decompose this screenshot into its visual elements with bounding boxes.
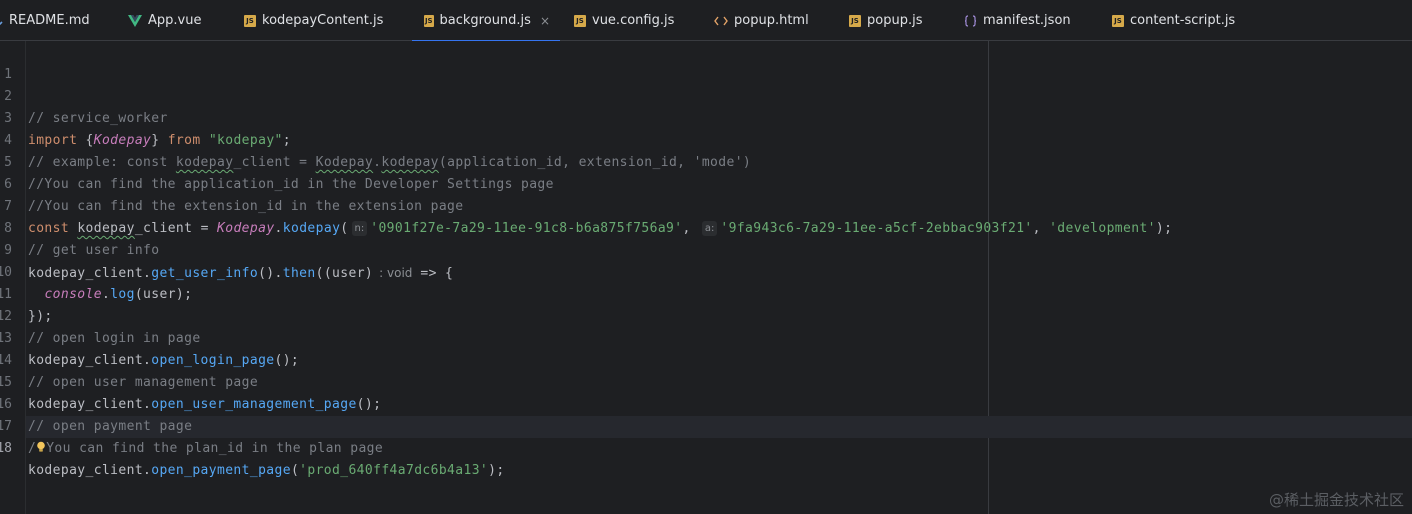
code-line[interactable]: 6 //You can find the extension_id in the… xyxy=(0,152,1412,214)
tab-background-js[interactable]: JS background.js × xyxy=(412,0,560,42)
code-line[interactable]: 1 xyxy=(0,42,1412,82)
js-file-icon: JS xyxy=(244,14,256,27)
tab-label: content-script.js xyxy=(1130,13,1236,28)
tab-label: background.js xyxy=(439,13,531,28)
tab-readme[interactable]: README.md xyxy=(0,0,90,41)
code-line[interactable]: 5 //You can find the application_id in t… xyxy=(0,130,1412,192)
code-line[interactable]: 12 // open login in page xyxy=(0,284,1412,346)
tab-label: manifest.json xyxy=(983,13,1071,28)
code-line[interactable]: 18 kodepay_client.open_payment_page('pro… xyxy=(0,416,1412,478)
html-icon xyxy=(714,16,728,26)
code-line[interactable]: 16 // open payment page xyxy=(0,372,1412,434)
tab-app-vue[interactable]: App.vue xyxy=(128,0,201,41)
code-line[interactable]: 9 kodepay_client.get_user_info().then((u… xyxy=(0,218,1412,281)
tab-popup-html[interactable]: popup.html xyxy=(714,0,809,41)
json-icon xyxy=(964,14,977,27)
code-line[interactable]: 11 }); xyxy=(0,262,1412,324)
code-editor[interactable]: 1 2 // service_worker 3 import {Kodepay}… xyxy=(0,41,1412,514)
code-line[interactable]: 7 const kodepay_client = Kodepay.kodepay… xyxy=(0,174,1412,236)
markdown-icon xyxy=(0,15,3,27)
tab-vue-config-js[interactable]: JS vue.config.js xyxy=(574,0,674,41)
vue-icon xyxy=(128,14,142,27)
editor-tab-bar: README.md App.vue JS kodepayContent.js J… xyxy=(0,0,1412,42)
js-file-icon: JS xyxy=(849,14,861,27)
code-line[interactable]: 2 // service_worker xyxy=(0,64,1412,126)
code-line[interactable]: 15 kodepay_client.open_user_management_p… xyxy=(0,350,1412,412)
line-number: 18 xyxy=(0,441,12,456)
code-line[interactable]: 8 // get user info xyxy=(0,196,1412,258)
tab-label: vue.config.js xyxy=(592,13,675,28)
code-comment: / You can find the plan_id in the plan pa… xyxy=(28,441,384,456)
js-file-icon: JS xyxy=(574,14,586,27)
tab-popup-js[interactable]: JS popup.js xyxy=(849,0,922,41)
tab-label: kodepayContent.js xyxy=(262,13,384,28)
code-line[interactable]: 14 // open user management page xyxy=(0,328,1412,390)
tab-label: popup.js xyxy=(867,13,923,28)
tab-label: App.vue xyxy=(148,13,202,28)
code-text: kodepay_client.open_payment_page('prod_6… xyxy=(28,463,505,478)
code-line[interactable]: 17 /You can find the plan_id in the plan… xyxy=(0,394,1412,456)
js-file-icon: JS xyxy=(424,14,434,27)
watermark: @稀土掘金技术社区 xyxy=(1268,491,1404,509)
js-file-icon: JS xyxy=(1112,14,1124,27)
code-line[interactable]: 13 kodepay_client.open_login_page(); xyxy=(0,306,1412,368)
code-line[interactable]: 4 // example: const kodepay_client = Kod… xyxy=(0,108,1412,170)
code-line[interactable]: 10 console.log(user); xyxy=(0,240,1412,302)
close-tab-icon[interactable]: × xyxy=(540,14,550,28)
tab-content-script-js[interactable]: JS content-script.js xyxy=(1112,0,1235,41)
tab-label: popup.html xyxy=(734,13,809,28)
tab-kodepaycontent-js[interactable]: JS kodepayContent.js xyxy=(244,0,383,41)
code-line[interactable]: 3 import {Kodepay} from "kodepay"; xyxy=(0,86,1412,148)
tab-manifest-json[interactable]: manifest.json xyxy=(964,0,1071,41)
ide-window: README.md App.vue JS kodepayContent.js J… xyxy=(0,0,1412,514)
tab-label: README.md xyxy=(9,13,90,28)
